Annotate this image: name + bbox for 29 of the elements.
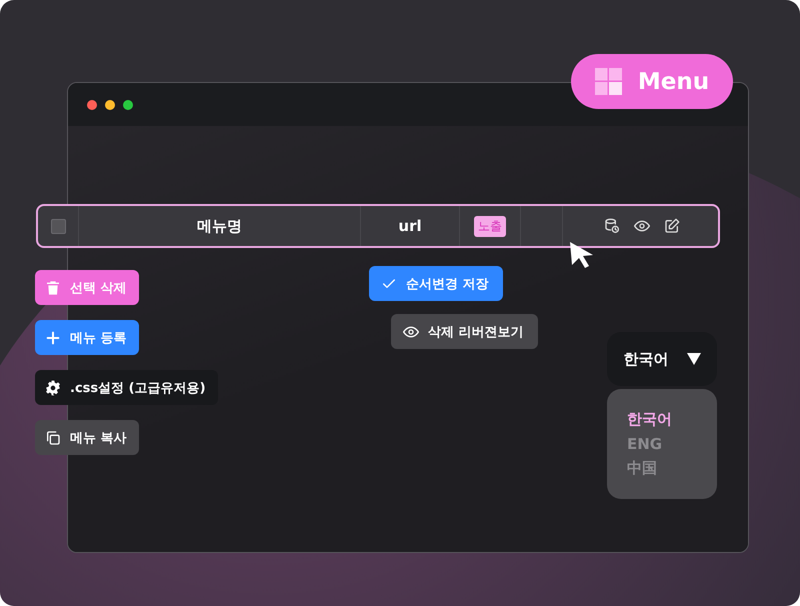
language-option[interactable]: ENG <box>627 435 717 453</box>
database-clock-icon[interactable] <box>604 218 620 234</box>
edit-icon[interactable] <box>664 218 680 234</box>
copy-button[interactable]: 메뉴 복사 <box>35 420 139 455</box>
minimize-dot-icon[interactable] <box>105 100 115 110</box>
column-header: url <box>398 217 422 235</box>
checkbox[interactable] <box>50 218 66 234</box>
add-button[interactable]: 메뉴 등록 <box>35 320 139 355</box>
language-select[interactable]: 한국어 <box>607 332 717 386</box>
save-button[interactable]: 순서변경 저장 <box>369 266 503 301</box>
language-option[interactable]: 한국어 <box>627 410 717 429</box>
language-option[interactable]: 中国 <box>627 459 717 478</box>
cursor-icon <box>569 241 595 269</box>
menu-button[interactable]: Menu <box>571 54 733 109</box>
trash-icon <box>45 280 61 296</box>
caret-icon <box>686 353 700 365</box>
column-header: 메뉴명 <box>197 216 242 236</box>
zoom-dot-icon[interactable] <box>123 100 133 110</box>
delete-button[interactable]: 선택 삭제 <box>35 270 139 305</box>
gear-icon <box>45 380 61 396</box>
preview-button[interactable]: 삭제 리버젼보기 <box>391 314 538 349</box>
eye-icon <box>403 324 419 340</box>
eye-icon[interactable] <box>634 218 650 234</box>
settings-button[interactable]: .css설정 (고급유저용) <box>35 370 218 405</box>
status-badge: 노출 <box>474 216 506 236</box>
plus-icon <box>45 330 61 346</box>
close-dot-icon[interactable] <box>87 100 97 110</box>
grid-icon <box>594 68 622 95</box>
copy-icon <box>45 430 61 446</box>
